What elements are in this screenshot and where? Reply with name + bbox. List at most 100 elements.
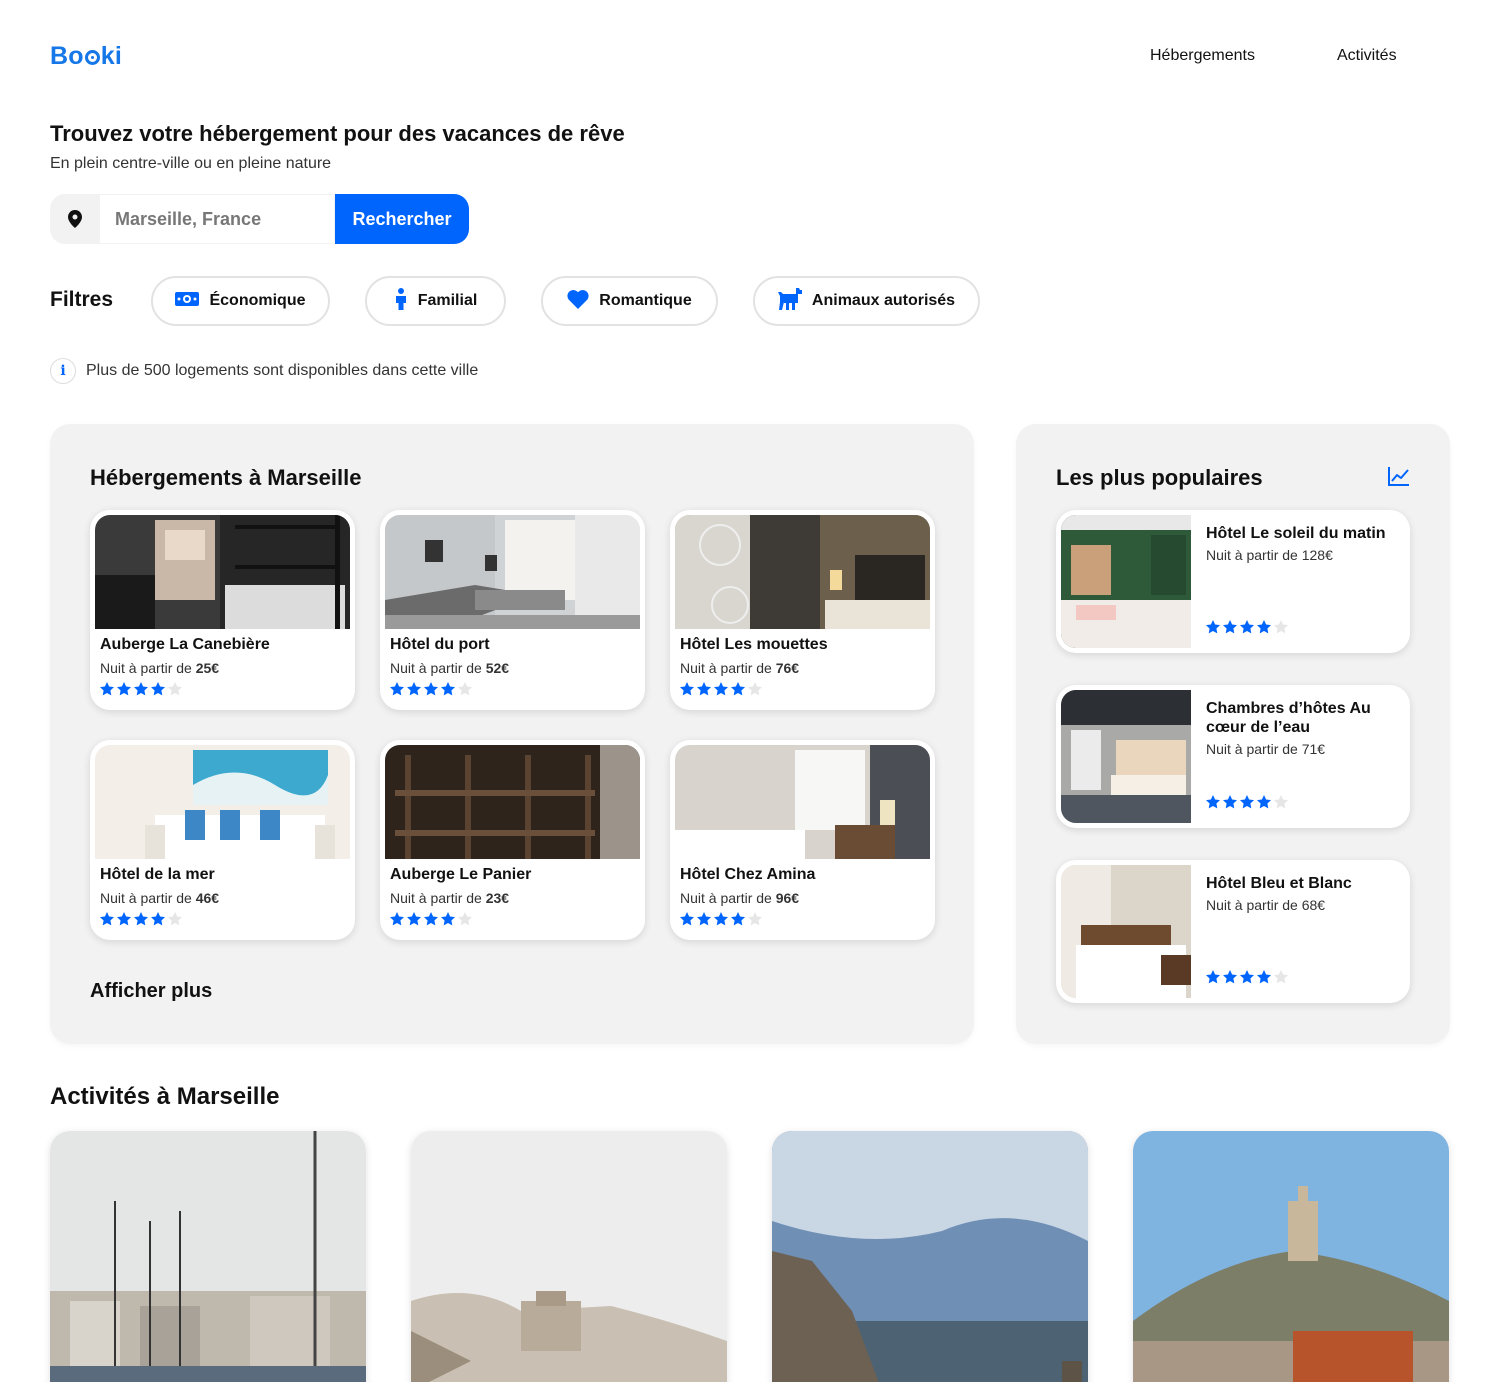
info-icon: i [50,358,76,384]
popular-name: Chambres d’hôtes Au cœur de l’eau [1206,700,1371,736]
star-filled-icon [441,912,455,926]
price-prefix: Nuit à partir de [100,890,196,906]
filter-label: Romantique [599,292,692,309]
lodging-price: Nuit à partir de 96€ [680,890,930,906]
price-prefix: Nuit à partir de [390,660,486,676]
filter-economique[interactable]: Économique [151,276,330,326]
lodging-price: Nuit à partir de 52€ [390,660,640,676]
search-button[interactable]: Rechercher [335,194,469,244]
star-filled-icon [697,682,711,696]
star-filled-icon [731,682,745,696]
lodging-name: Hôtel Chez Amina [680,866,816,883]
activity-card[interactable] [1133,1131,1449,1382]
star-filled-icon [134,682,148,696]
popular-price: Nuit à partir de 71€ [1206,741,1326,757]
popular-card[interactable]: Hôtel Le soleil du matin Nuit à partir d… [1056,510,1410,653]
filter-label: Familial [417,292,478,309]
activity-card[interactable] [50,1131,366,1382]
star-filled-icon [390,682,404,696]
star-filled-icon [1223,620,1237,634]
lodging-card[interactable]: Auberge La Canebière Nuit à partir de 25… [90,510,355,710]
price-value: 46€ [195,890,220,906]
hero-title: Trouvez votre hébergement pour des vacan… [50,121,625,146]
star-filled-icon [680,912,694,926]
search-input[interactable] [100,194,335,244]
star-empty-icon [168,912,182,926]
star-filled-icon [151,682,165,696]
lodging-card[interactable]: Hôtel du port Nuit à partir de 52€ [380,510,645,710]
star-empty-icon [458,682,472,696]
nav-link-activites[interactable]: Activités [1337,47,1397,65]
price-prefix: Nuit à partir de [100,660,196,676]
star-filled-icon [424,682,438,696]
lodging-price: Nuit à partir de 23€ [390,890,640,906]
star-empty-icon [748,682,762,696]
lodging-card[interactable]: Auberge Le Panier Nuit à partir de 23€ [380,740,645,940]
rating-stars [1206,970,1288,984]
star-filled-icon [680,682,694,696]
lodging-card[interactable]: Hôtel Chez Amina Nuit à partir de 96€ [670,740,935,940]
star-filled-icon [134,912,148,926]
booki-logo[interactable]: Bo ki [50,42,122,71]
lodging-photo [95,515,350,629]
heart-icon [567,289,589,314]
lodging-photo [95,745,350,859]
star-empty-icon [748,912,762,926]
lodging-photo [675,515,930,629]
star-filled-icon [1257,970,1271,984]
filter-romantique[interactable]: Romantique [541,276,718,326]
star-filled-icon [1257,795,1271,809]
lodging-name: Hôtel du port [390,636,490,653]
star-filled-icon [731,912,745,926]
child-icon [394,287,408,315]
activity-photo [772,1131,1088,1382]
show-more-link[interactable]: Afficher plus [90,980,212,1003]
activity-card[interactable] [411,1131,727,1382]
location-pin-icon [50,194,100,244]
lodging-name: Hôtel de la mer [100,866,215,883]
price-value: 25€ [195,660,220,676]
dog-icon [777,287,802,315]
lodging-card[interactable]: Hôtel Les mouettes Nuit à partir de 76€ [670,510,935,710]
star-filled-icon [1223,970,1237,984]
rating-stars [390,912,640,926]
popular-photo [1061,515,1191,648]
star-filled-icon [117,912,131,926]
star-filled-icon [100,912,114,926]
star-filled-icon [1206,970,1220,984]
star-empty-icon [1274,620,1288,634]
filter-familial[interactable]: Familial [365,276,506,326]
star-filled-icon [1206,795,1220,809]
price-prefix: Nuit à partir de [390,890,486,906]
popular-card[interactable]: Hôtel Bleu et Blanc Nuit à partir de 68€ [1056,860,1410,1003]
star-empty-icon [1274,970,1288,984]
filters-label: Filtres [50,288,114,311]
popular-card[interactable]: Chambres d’hôtes Au cœur de l’eau Nuit à… [1056,685,1410,828]
star-filled-icon [714,912,728,926]
popular-price: Nuit à partir de 68€ [1206,897,1326,913]
star-filled-icon [1257,620,1271,634]
activity-photo [411,1131,727,1382]
price-value: 23€ [485,890,510,906]
trending-chart-icon [1388,466,1410,491]
star-filled-icon [441,682,455,696]
rating-stars [100,682,350,696]
lodging-photo [385,515,640,629]
price-value: 96€ [775,890,800,906]
activity-card[interactable] [772,1131,1088,1382]
star-empty-icon [1274,795,1288,809]
hebergements-section: Hébergements à Marseille Auberge La Cane… [50,424,974,1044]
rating-stars [680,682,930,696]
hebergements-title: Hébergements à Marseille [90,465,362,490]
nav-link-hebergements[interactable]: Hébergements [1150,47,1255,65]
filter-animaux[interactable]: Animaux autorisés [753,276,980,326]
lodging-card[interactable]: Hôtel de la mer Nuit à partir de 46€ [90,740,355,940]
lodging-price: Nuit à partir de 76€ [680,660,930,676]
star-filled-icon [1223,795,1237,809]
star-filled-icon [1240,795,1254,809]
star-empty-icon [168,682,182,696]
money-icon [175,290,200,313]
star-filled-icon [407,682,421,696]
star-filled-icon [1240,620,1254,634]
star-filled-icon [714,682,728,696]
